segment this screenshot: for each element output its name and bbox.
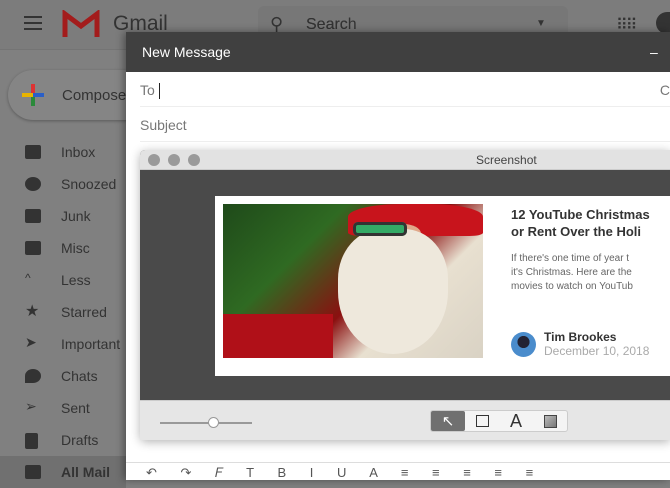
sidebar-item-label: Sent (61, 400, 90, 416)
close-window-button[interactable] (148, 154, 160, 166)
sidebar-item-chats[interactable]: Chats (0, 360, 126, 392)
star-icon: ★ (25, 303, 40, 320)
text-cursor (158, 83, 160, 100)
santa-suit (223, 314, 333, 358)
send-icon: ➢ (25, 398, 37, 414)
sidebar-item-less[interactable]: ^ Less (0, 264, 126, 296)
rectangle-icon (475, 415, 489, 427)
to-label: To (140, 82, 155, 98)
sidebar-item-label: Less (61, 272, 91, 288)
cc-link[interactable]: C (660, 82, 670, 98)
minimize-button[interactable]: – (650, 44, 658, 60)
pointer-tool-button[interactable]: ↖ (431, 411, 465, 431)
sidebar-item-label: Inbox (61, 144, 96, 160)
window-title: Screenshot (476, 153, 537, 167)
label-icon (25, 209, 41, 223)
sidebar-item-sent[interactable]: ➢ Sent (0, 392, 126, 424)
article-image (223, 204, 483, 358)
blur-tool-button[interactable] (533, 411, 567, 431)
sidebar-item-inbox[interactable]: Inbox (0, 136, 126, 168)
menu-icon[interactable] (24, 16, 42, 30)
desc-line: If there's one time of year t (511, 253, 630, 264)
gmail-logo[interactable] (62, 10, 100, 38)
inbox-icon (25, 145, 41, 159)
sidebar-item-snoozed[interactable]: Snoozed (0, 168, 126, 200)
plus-icon (22, 84, 44, 106)
title-line: or Rent Over the Holi (511, 224, 642, 239)
clock-icon (25, 177, 41, 191)
article-description: If there's one time of year t it's Christ… (511, 252, 666, 294)
zoom-slider[interactable] (160, 422, 252, 424)
sidebar-item-label: Important (61, 336, 121, 352)
tool-group: ↖ A (430, 410, 568, 432)
sidebar-item-important[interactable]: ➤ Important (0, 328, 126, 360)
mail-icon (25, 465, 41, 479)
compose-title: New Message (142, 44, 231, 60)
subject-field[interactable]: Subject (140, 107, 670, 142)
markup-toolbar: ↖ A (140, 400, 670, 440)
chat-icon (25, 369, 41, 383)
sidebar-item-label: Snoozed (61, 176, 117, 192)
sidebar-item-misc[interactable]: Misc (0, 232, 126, 264)
to-field[interactable]: To C (140, 72, 670, 107)
label-icon (25, 241, 41, 255)
zoom-window-button[interactable] (188, 154, 200, 166)
santa-beard (338, 229, 448, 354)
sidebar-item-label: Starred (61, 304, 107, 320)
window-titlebar[interactable]: Screenshot (140, 150, 670, 170)
sidebar-item-label: Chats (61, 368, 98, 384)
sidebar-item-starred[interactable]: ★ Starred (0, 296, 126, 328)
arrow-icon: ↖ (441, 413, 455, 430)
text-icon: A (509, 410, 522, 431)
avatar[interactable] (656, 12, 670, 34)
sidebar-item-all-mail[interactable]: All Mail (0, 456, 126, 488)
blur-icon (543, 414, 557, 428)
article-card[interactable]: 12 YouTube Christmas or Rent Over the Hol… (215, 196, 670, 376)
sidebar-item-junk[interactable]: Junk (0, 200, 126, 232)
desc-line: it's Christmas. Here are the (511, 267, 632, 278)
article-title[interactable]: 12 YouTube Christmas or Rent Over the Hol… (511, 206, 666, 240)
3d-glasses (353, 222, 407, 236)
slider-knob[interactable] (208, 417, 219, 428)
title-line: 12 YouTube Christmas (511, 207, 650, 222)
draft-icon (25, 433, 38, 449)
text-tool-button[interactable]: A (499, 411, 533, 431)
article-date: December 10, 2018 (544, 344, 650, 358)
screenshot-window: Screenshot 12 YouTube Christmas or Rent O… (140, 150, 670, 440)
rectangle-tool-button[interactable] (465, 411, 499, 431)
sidebar-item-label: All Mail (61, 464, 111, 480)
sidebar: Inbox Snoozed Junk Misc ^ Less ★ Starred ➤… (0, 136, 126, 488)
sidebar-item-drafts[interactable]: Drafts (0, 424, 126, 456)
author-name: Tim Brookes (544, 330, 617, 344)
sidebar-item-label: Drafts (61, 432, 99, 448)
author-avatar (511, 332, 536, 357)
sidebar-item-label: Junk (61, 208, 91, 224)
important-icon: ➤ (25, 334, 37, 350)
compose-header: New Message (126, 32, 670, 72)
minimize-window-button[interactable] (168, 154, 180, 166)
search-options-icon[interactable]: ▼ (536, 18, 546, 29)
subject-placeholder: Subject (140, 117, 187, 133)
desc-line: movies to watch on YouTub (511, 281, 633, 292)
sidebar-item-label: Misc (61, 240, 90, 256)
chevron-up-icon: ^ (25, 271, 31, 285)
formatting-toolbar[interactable]: ↶ ↷ 𝐹 T B I U A ≡ ≡ ≡ ≡ ≡ (126, 462, 670, 480)
compose-label: Compose (62, 87, 127, 104)
